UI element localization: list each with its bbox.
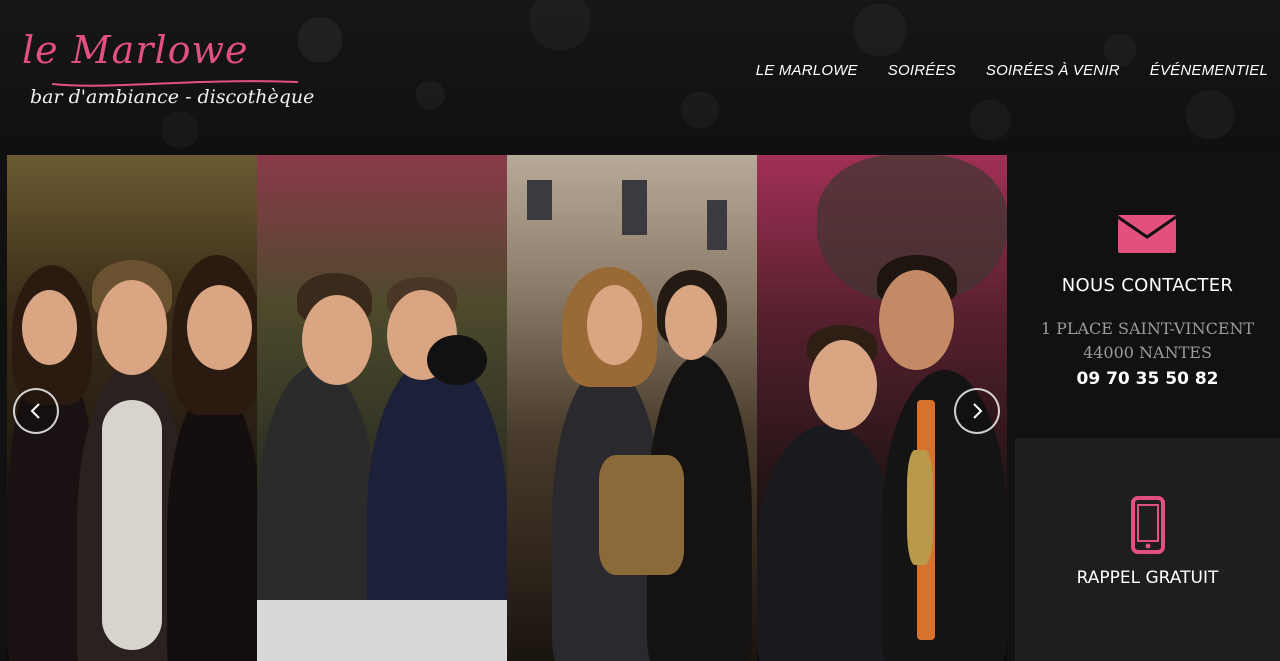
callback-panel[interactable]: RAPPEL GRATUIT — [1015, 438, 1280, 661]
person-silhouette — [167, 385, 257, 661]
photo-gallery — [7, 155, 1007, 661]
handbag — [599, 455, 684, 575]
window — [527, 180, 552, 220]
window — [707, 200, 727, 250]
logo-tagline: bar d'ambiance - discothèque — [30, 86, 315, 108]
chevron-left-icon — [30, 403, 40, 419]
site-header: le Marlowe bar d'ambiance - discothèque … — [0, 0, 1280, 155]
dj-equipment — [257, 600, 507, 661]
person-face — [587, 285, 642, 365]
nav-item-soirees[interactable]: SOIRÉES — [888, 62, 956, 79]
window — [622, 180, 647, 235]
person-face — [809, 340, 877, 430]
contact-panel[interactable]: NOUS CONTACTER 1 PLACE SAINT-VINCENT 440… — [1015, 155, 1280, 438]
person-face — [879, 270, 954, 370]
headphones — [427, 335, 487, 385]
gallery-photo[interactable] — [507, 155, 757, 661]
person-face — [22, 290, 77, 365]
address-line-1: 1 PLACE SAINT-VINCENT — [1040, 319, 1255, 338]
address-line-2: 44000 NANTES — [1083, 343, 1212, 362]
gallery-prev-button[interactable] — [13, 388, 59, 434]
person-face — [302, 295, 372, 385]
person-face — [665, 285, 717, 360]
envelope-icon — [1118, 215, 1176, 253]
person-face — [187, 285, 252, 370]
nav-item-le-marlowe[interactable]: LE MARLOWE — [756, 62, 858, 79]
gallery-photo[interactable] — [257, 155, 507, 661]
contact-title: NOUS CONTACTER — [1061, 275, 1234, 296]
gallery-next-button[interactable] — [954, 388, 1000, 434]
person-face — [97, 280, 167, 375]
phone-number[interactable]: 09 70 35 50 82 — [1015, 369, 1280, 389]
nav-item-evenementiel[interactable]: ÉVÉNEMENTIEL — [1150, 62, 1268, 79]
callback-title: RAPPEL GRATUIT — [1076, 568, 1219, 588]
mobile-phone-icon — [1131, 496, 1165, 554]
trophy — [907, 450, 933, 565]
nav-item-soirees-a-venir[interactable]: SOIRÉES À VENIR — [986, 62, 1120, 79]
scarf — [102, 400, 162, 650]
main-nav: LE MARLOWE SOIRÉES SOIRÉES À VENIR ÉVÉNE… — [756, 62, 1268, 79]
person-silhouette — [757, 425, 897, 661]
logo-wordmark: le Marlowe — [22, 28, 249, 72]
chevron-right-icon — [973, 403, 983, 419]
logo[interactable]: le Marlowe bar d'ambiance - discothèque — [20, 28, 314, 118]
